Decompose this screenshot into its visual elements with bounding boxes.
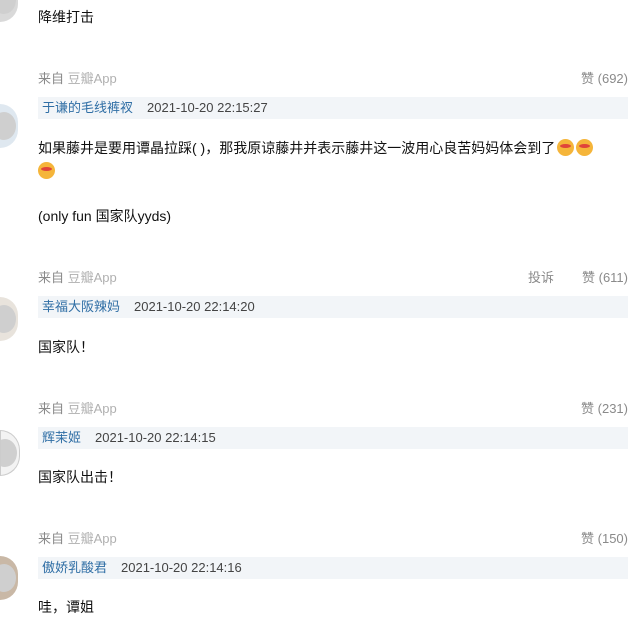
comment-text: 国家队出击！ (38, 469, 122, 485)
comment-text: 哇，谭姐 (38, 599, 94, 615)
source-prefix: 来自 (38, 71, 65, 86)
comment-time: 2021-10-20 22:14:20 (134, 299, 255, 314)
comment-text: (only fun 国家队yyds) (38, 208, 172, 224)
like-button[interactable]: 赞 (692) (581, 68, 628, 87)
avatar[interactable] (0, 0, 18, 22)
comment-text: 如果藤井是要用谭晶拉踩( )，那我原谅藤井并表示藤井这一波用心良苦妈妈体会到了 (38, 140, 556, 156)
source-app-link[interactable]: 豆瓣App (68, 270, 117, 285)
comment-text: 降维打击 (38, 9, 94, 25)
comment-meta: 来自 豆瓣App 赞 (231) (38, 398, 628, 418)
username-link[interactable]: 于谦的毛线裤衩 (38, 100, 133, 115)
avatar[interactable] (0, 297, 18, 341)
comment-meta: 来自 豆瓣App 投诉 赞 (611) (38, 267, 628, 287)
comment-user-bar: 幸福大阪辣妈 2021-10-20 22:14:20 (38, 296, 628, 318)
like-button[interactable]: 赞 (231) (581, 398, 628, 417)
comment-time: 2021-10-20 22:14:16 (121, 560, 242, 575)
heart-eyes-emoji-icon (38, 162, 55, 179)
comment-text-line (38, 160, 55, 182)
source-app-link[interactable]: 豆瓣App (68, 531, 117, 546)
source-app-link[interactable]: 豆瓣App (68, 401, 117, 416)
like-button[interactable]: 赞 (611) (582, 267, 628, 286)
avatar[interactable] (0, 556, 18, 600)
source-prefix: 来自 (38, 270, 65, 285)
comment-text: 国家队！ (38, 339, 94, 355)
username-link[interactable]: 傲娇乳酸君 (38, 560, 107, 575)
comment-feed: 降维打击 来自 豆瓣App 赞 (692) 于谦的毛线裤衩 2021-10-20 … (0, 0, 640, 622)
avatar[interactable] (0, 104, 18, 148)
comment-user-bar: 于谦的毛线裤衩 2021-10-20 22:15:27 (38, 97, 628, 119)
source-prefix: 来自 (38, 531, 65, 546)
comment-time: 2021-10-20 22:14:15 (95, 430, 216, 445)
avatar[interactable] (0, 430, 20, 476)
source-prefix: 来自 (38, 401, 65, 416)
comment-meta: 来自 豆瓣App 赞 (150) (38, 528, 628, 548)
comment-user-bar: 辉茉姬 2021-10-20 22:14:15 (38, 427, 628, 449)
report-button[interactable]: 投诉 (528, 267, 554, 286)
heart-eyes-emoji-icon (576, 139, 594, 156)
heart-eyes-emoji-icon (557, 139, 575, 156)
comment-meta: 来自 豆瓣App 赞 (692) (38, 68, 628, 88)
source-app-link[interactable]: 豆瓣App (68, 71, 117, 86)
comment-text-line: 如果藤井是要用谭晶拉踩( )，那我原谅藤井并表示藤井这一波用心良苦妈妈体会到了 (38, 137, 594, 159)
like-button[interactable]: 赞 (150) (581, 528, 628, 547)
username-link[interactable]: 幸福大阪辣妈 (38, 299, 120, 314)
comment-user-bar: 傲娇乳酸君 2021-10-20 22:14:16 (38, 557, 628, 579)
username-link[interactable]: 辉茉姬 (38, 430, 81, 445)
comment-time: 2021-10-20 22:15:27 (147, 100, 268, 115)
